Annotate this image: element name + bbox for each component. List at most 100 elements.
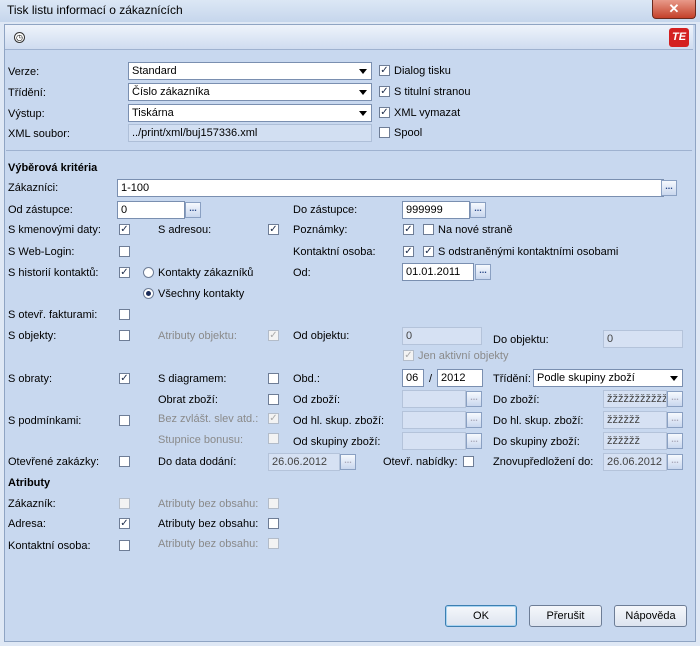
nove-strane-label: Na nové straně [438,224,513,236]
atr-kontaktni-checkbox[interactable] [119,540,130,551]
adresou-checkbox[interactable]: ✓ [268,224,279,235]
napoveda-button[interactable]: Nápověda [614,605,687,627]
fakturami-label: S otevř. fakturami: [8,309,98,321]
spool-checkbox[interactable] [379,127,390,138]
poznamky-checkbox[interactable]: ✓ [403,224,414,235]
od-zbozi-label: Od zboží: [293,394,341,406]
obrat-zbozi-checkbox[interactable] [268,394,279,405]
do-zbozi-browse-button[interactable]: ... [667,391,683,407]
dialog-tisku-checkbox[interactable]: ✓ [379,65,390,76]
nove-strane-checkbox[interactable] [423,224,434,235]
title-bar: Tisk listu informací o zákaznících ✕ [0,0,700,22]
logo-icon: TE [669,28,689,47]
do-data-input[interactable]: 26.06.2012 [268,453,340,471]
vystup-select[interactable]: Tiskárna [128,104,372,122]
chevron-down-icon [359,69,367,74]
diagramem-checkbox[interactable] [268,373,279,384]
do-skup-input[interactable]: žžžžžž [603,432,667,450]
obd-month-input[interactable]: 06 [402,369,424,387]
atr-zakaznik-checkbox[interactable] [119,498,130,509]
atributy-heading: Atributy [8,477,51,489]
weblogin-label: S Web-Login: [8,246,75,258]
znovu-browse-button[interactable]: ... [667,454,683,470]
od-date-input[interactable]: 01.01.2011 [402,263,474,281]
kontaktni-osoba-checkbox[interactable]: ✓ [403,246,414,257]
atr-zakaznik-bez-checkbox[interactable] [268,498,279,509]
weblogin-checkbox[interactable] [119,246,130,257]
xml-field[interactable]: ../print/xml/buj157336.xml [128,124,372,142]
do-objektu-label: Do objektu: [493,334,549,346]
titulni-checkbox[interactable]: ✓ [379,86,390,97]
titulni-label: S titulní stranou [394,86,471,98]
od-date-browse-button[interactable]: ... [475,264,491,280]
zakaznici-input[interactable]: 1-100 [117,179,664,197]
atr-adresa-bez-checkbox[interactable] [268,518,279,529]
vystup-label: Výstup: [8,108,45,120]
xml-label: XML soubor: [8,128,70,140]
do-hl-input[interactable]: žžžžžž [603,411,667,429]
od-zbozi-input[interactable] [402,390,466,408]
obraty-label: S obraty: [8,373,53,385]
otevr-nabidky-checkbox[interactable] [463,456,474,467]
od-zbozi-browse-button[interactable]: ... [466,391,482,407]
atr-kontaktni-bez-checkbox[interactable] [268,538,279,549]
znovu-input[interactable]: 26.06.2012 [603,453,667,471]
podminkami-checkbox[interactable] [119,415,130,426]
do-hl-browse-button[interactable]: ... [667,412,683,428]
kontakty-zakazniku-radio[interactable] [143,267,154,278]
od-skup-browse-button[interactable]: ... [466,433,482,449]
atr-adresa-checkbox[interactable]: ✓ [119,518,130,529]
obd-year-input[interactable]: 2012 [437,369,483,387]
kontaktni-osoba-label: Kontaktní osoba: [293,246,376,258]
close-button[interactable]: ✕ [652,0,696,19]
ok-button[interactable]: OK [445,605,517,627]
od-zastupce-label: Od zástupce: [8,204,73,216]
odstranene-checkbox[interactable]: ✓ [423,246,434,257]
od-zastupce-input[interactable]: 0 [117,201,185,219]
chevron-down-icon [359,111,367,116]
podminkami-label: S podmínkami: [8,415,82,427]
zakaznici-label: Zákazníci: [8,182,59,194]
do-zastupce-input[interactable]: 999999 [402,201,470,219]
prerusit-button[interactable]: Přerušit [529,605,602,627]
od-zastupce-browse-button[interactable]: ... [185,202,201,218]
dialog-tisku-label: Dialog tisku [394,65,451,77]
od-objektu-label: Od objektu: [293,330,350,342]
kmenove-checkbox[interactable]: ✓ [119,224,130,235]
od-hl-input[interactable] [402,411,466,429]
do-zbozi-input[interactable]: žžžžžžžžžžžž [603,390,667,408]
stupnice-checkbox[interactable] [268,433,279,444]
trideni-label: Třídění: [8,87,46,99]
obraty-checkbox[interactable]: ✓ [119,373,130,384]
zakaznici-browse-button[interactable]: ... [661,180,677,196]
do-objektu-input[interactable]: 0 [603,330,683,348]
atributy-objektu-checkbox[interactable]: ✓ [268,330,279,341]
window-title: Tisk listu informací o zákaznících [7,3,183,17]
do-data-browse-button[interactable]: ... [340,454,356,470]
do-zastupce-browse-button[interactable]: ... [470,202,486,218]
od-skup-input[interactable] [402,432,466,450]
vsechny-kontakty-radio[interactable] [143,288,154,299]
trideni2-label: Třídění: [493,373,531,385]
do-skup-browse-button[interactable]: ... [667,433,683,449]
atributy-objektu-label: Atributy objektu: [158,330,237,342]
jen-aktivni-checkbox[interactable]: ✓ [403,350,414,361]
objekty-checkbox[interactable] [119,330,130,341]
od-objektu-input[interactable]: 0 [402,327,482,345]
historie-checkbox[interactable]: ✓ [119,267,130,278]
xml-vymazat-checkbox[interactable]: ✓ [379,107,390,118]
trideni2-value: Podle skupiny zboží [537,372,635,384]
verze-select[interactable]: Standard [128,62,372,80]
bez-zvlast-checkbox[interactable]: ✓ [268,413,279,424]
fakturami-checkbox[interactable] [119,309,130,320]
verze-value: Standard [132,65,177,77]
do-zbozi-label: Do zboží: [493,394,540,406]
trideni-select[interactable]: Číslo zákazníka [128,83,372,101]
trideni2-select[interactable]: Podle skupiny zboží [533,369,683,387]
atr-zakaznik-bez-label: Atributy bez obsahu: [158,498,259,510]
clock-icon[interactable]: ◷ [14,32,25,43]
otevrene-checkbox[interactable] [119,456,130,467]
toolbar: ◷ [5,25,693,50]
od-hl-browse-button[interactable]: ... [466,412,482,428]
do-hl-label: Do hl. skup. zboží: [493,415,584,427]
